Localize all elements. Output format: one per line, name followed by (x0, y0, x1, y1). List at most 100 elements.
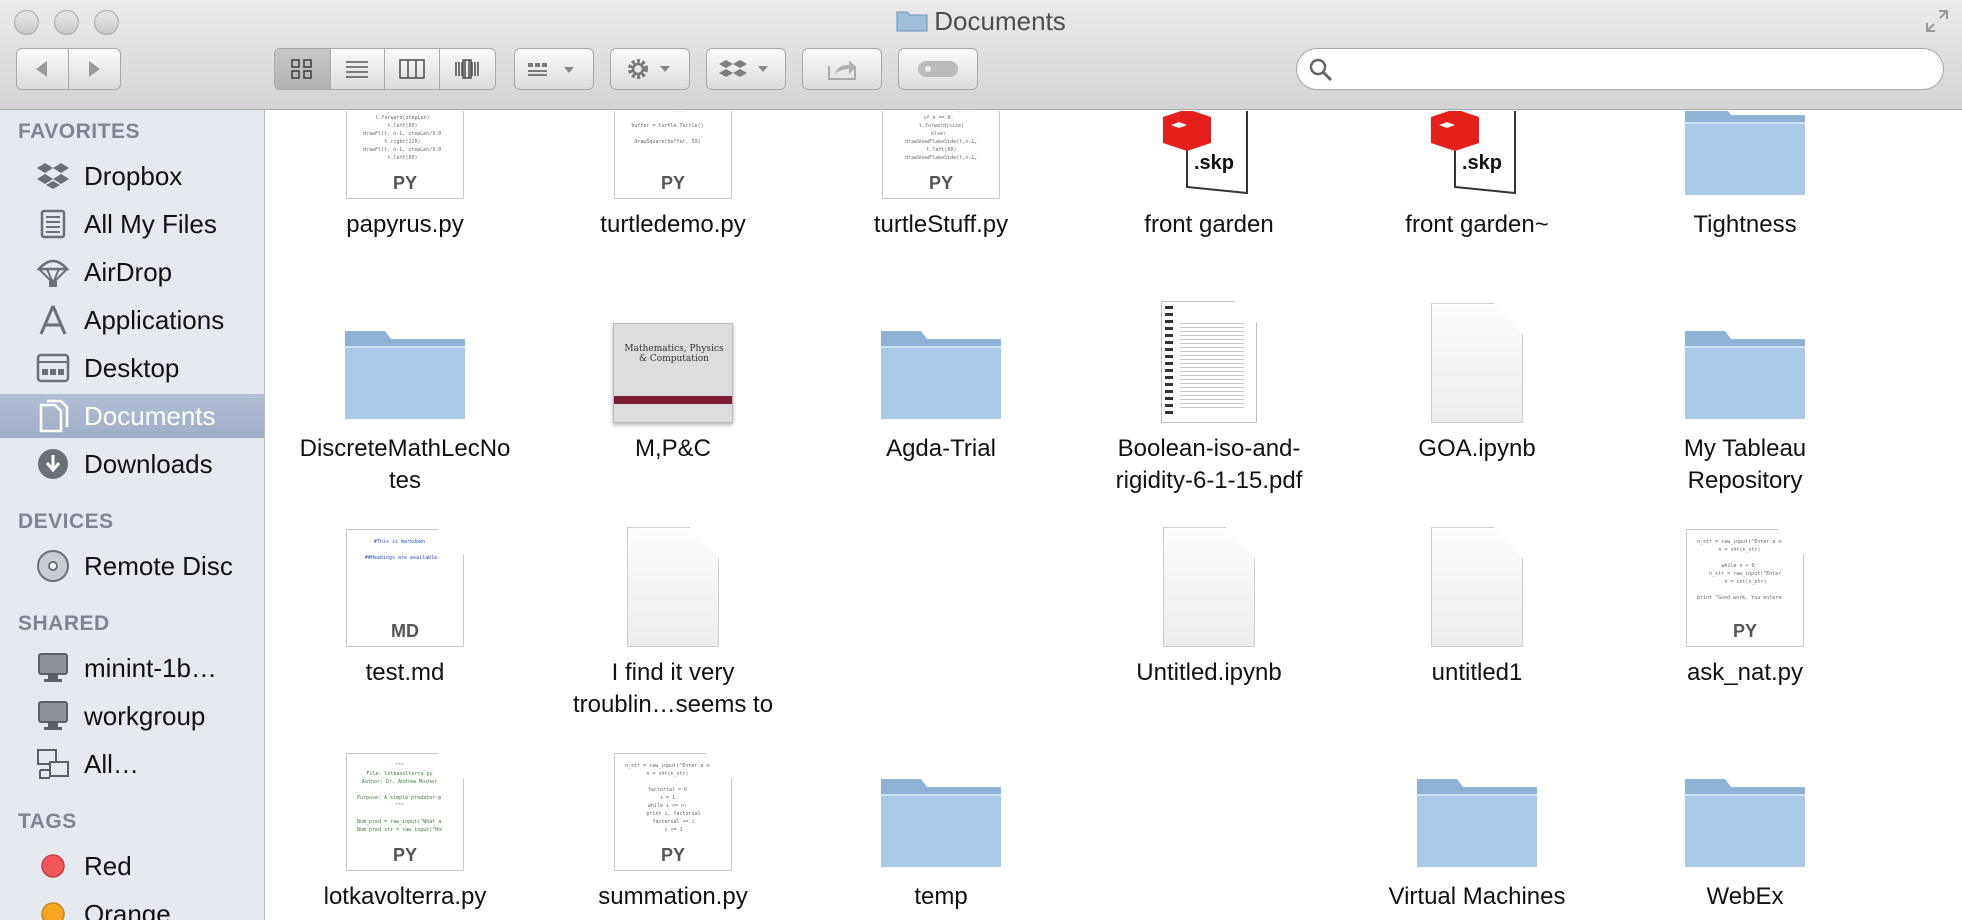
coverflow-view-button[interactable] (440, 49, 495, 89)
folder-icon (285, 293, 525, 423)
file-name: test.md (365, 659, 445, 686)
search-input[interactable] (1341, 55, 1921, 83)
file-name: DiscreteMathLecNo tes (299, 435, 511, 494)
monitor-icon (35, 698, 71, 734)
python-file-icon: n_str = raw_input("Enter a natural n = i… (1625, 517, 1865, 647)
slide-title: Mathematics, Physics & Computation (624, 344, 724, 364)
search-icon (1309, 58, 1333, 82)
sidebar: FAVORITES Dropbox All My Files AirDrop A… (0, 110, 265, 920)
sidebar-item-tag-red[interactable]: Red (0, 844, 264, 888)
file-name: M,P&C (634, 435, 711, 462)
forward-button[interactable] (69, 49, 121, 89)
back-arrow-icon (36, 61, 48, 77)
applications-icon (35, 302, 71, 338)
file-name: GOA.ipynb (1418, 435, 1536, 462)
arrange-button[interactable] (514, 48, 594, 90)
sketchup-file-icon: .skp (1357, 111, 1597, 199)
pdf-file-icon (1089, 293, 1329, 423)
sidebar-item-downloads[interactable]: Downloads (0, 442, 264, 486)
file-name: summation.py (598, 883, 748, 910)
sidebar-item-label: AirDrop (84, 256, 173, 287)
file-grid: t.forward(stepLen) t.backward(stepLen) e… (266, 111, 1962, 920)
back-forward-control (16, 48, 121, 90)
sidebar-item-documents[interactable]: Documents (0, 394, 264, 438)
file-ext-label: PY (928, 173, 953, 193)
share-icon (828, 60, 856, 80)
window-title-text: Documents (934, 6, 1066, 36)
desktop-icon (35, 350, 71, 386)
sidebar-item-airdrop[interactable]: AirDrop (0, 250, 264, 294)
file-name: I find it very troublin…seems to (572, 659, 774, 718)
file-name: WebEx (1706, 883, 1784, 910)
python-file-icon: n_str = raw_input("Enter a natural n = i… (553, 741, 793, 871)
list-view-button[interactable] (331, 49, 385, 89)
network-icon (35, 746, 71, 782)
file-name: ask_nat.py (1686, 659, 1804, 686)
list-view-icon (346, 61, 369, 78)
file-name: lotkavolterra.py (323, 883, 487, 910)
markdown-file-icon: #This is markdown ##Headings are availab… (285, 517, 525, 647)
forward-arrow-icon (89, 61, 101, 77)
sidebar-section-devices: DEVICES (18, 510, 114, 533)
sidebar-item-label: All My Files (84, 208, 217, 239)
file-ext-label: PY (392, 173, 417, 193)
gear-icon (628, 59, 670, 79)
sidebar-item-all-network[interactable]: All… (0, 742, 264, 786)
sidebar-item-minint[interactable]: minint-1b… (0, 646, 264, 690)
folder-icon (1625, 741, 1865, 871)
window-toolbar: Documents (0, 0, 1962, 110)
monitor-icon (35, 650, 71, 686)
dropbox-toolbar-button[interactable] (706, 48, 786, 90)
sidebar-item-label: Remote Disc (84, 550, 233, 581)
action-button[interactable] (610, 48, 690, 90)
column-view-button[interactable] (385, 49, 440, 89)
sidebar-item-label: Desktop (84, 352, 180, 383)
sidebar-item-label: minint-1b… (84, 652, 217, 683)
sidebar-section-shared: SHARED (18, 612, 110, 635)
sidebar-item-desktop[interactable]: Desktop (0, 346, 264, 390)
python-file-icon: """ File: lotkavolterra.py Author: Dr. A… (285, 741, 525, 871)
file-name: My Tableau Repository (1683, 435, 1807, 494)
sidebar-item-label: Orange (84, 898, 171, 920)
sidebar-item-workgroup[interactable]: workgroup (0, 694, 264, 738)
back-button[interactable] (17, 49, 69, 89)
file-ext-label: PY (660, 845, 685, 865)
share-button[interactable] (802, 48, 882, 90)
blank-document-icon (1089, 517, 1329, 647)
airdrop-icon (35, 254, 71, 290)
file-ext-label: .skp (1462, 152, 1502, 174)
file-ext-label: .skp (1194, 152, 1234, 174)
folder-icon (896, 11, 928, 32)
sidebar-item-dropbox[interactable]: Dropbox (0, 154, 264, 198)
sidebar-item-remote-disc[interactable]: Remote Disc (0, 544, 264, 588)
all-my-files-icon (35, 206, 71, 242)
sidebar-item-tag-orange[interactable]: Orange (0, 892, 264, 920)
arrange-icon (528, 63, 574, 76)
file-name: Virtual Machines (1388, 883, 1566, 910)
fullscreen-icon[interactable] (1924, 8, 1950, 34)
disc-icon (35, 548, 71, 584)
sidebar-item-applications[interactable]: Applications (0, 298, 264, 342)
file-ext-label: MD (391, 621, 419, 641)
folder-icon (1357, 741, 1597, 871)
file-name: Agda-Trial (886, 435, 996, 462)
sidebar-item-label: Red (84, 850, 132, 881)
blank-document-icon (1357, 293, 1597, 423)
python-file-icon: t.forward(stepLen) t.backward(stepLen) e… (285, 111, 525, 199)
blank-document-icon (1357, 517, 1597, 647)
file-ext-label: PY (392, 845, 417, 865)
tag-red-dot-icon (35, 848, 71, 884)
search-field[interactable] (1296, 48, 1944, 90)
icon-view-button[interactable] (275, 49, 331, 89)
sidebar-item-all-my-files[interactable]: All My Files (0, 202, 264, 246)
file-name: Untitled.ipynb (1136, 659, 1282, 686)
sidebar-section-tags: TAGS (18, 810, 77, 833)
file-name: Boolean-iso-and-rigidity-6-1-15.pdf (1115, 435, 1303, 494)
documents-icon (35, 398, 71, 434)
tag-icon (918, 61, 958, 77)
sidebar-section-favorites: FAVORITES (18, 120, 140, 143)
downloads-icon (35, 446, 71, 482)
folder-icon (1625, 293, 1865, 423)
icon-view-icon (291, 59, 313, 79)
edit-tags-button[interactable] (898, 48, 978, 90)
